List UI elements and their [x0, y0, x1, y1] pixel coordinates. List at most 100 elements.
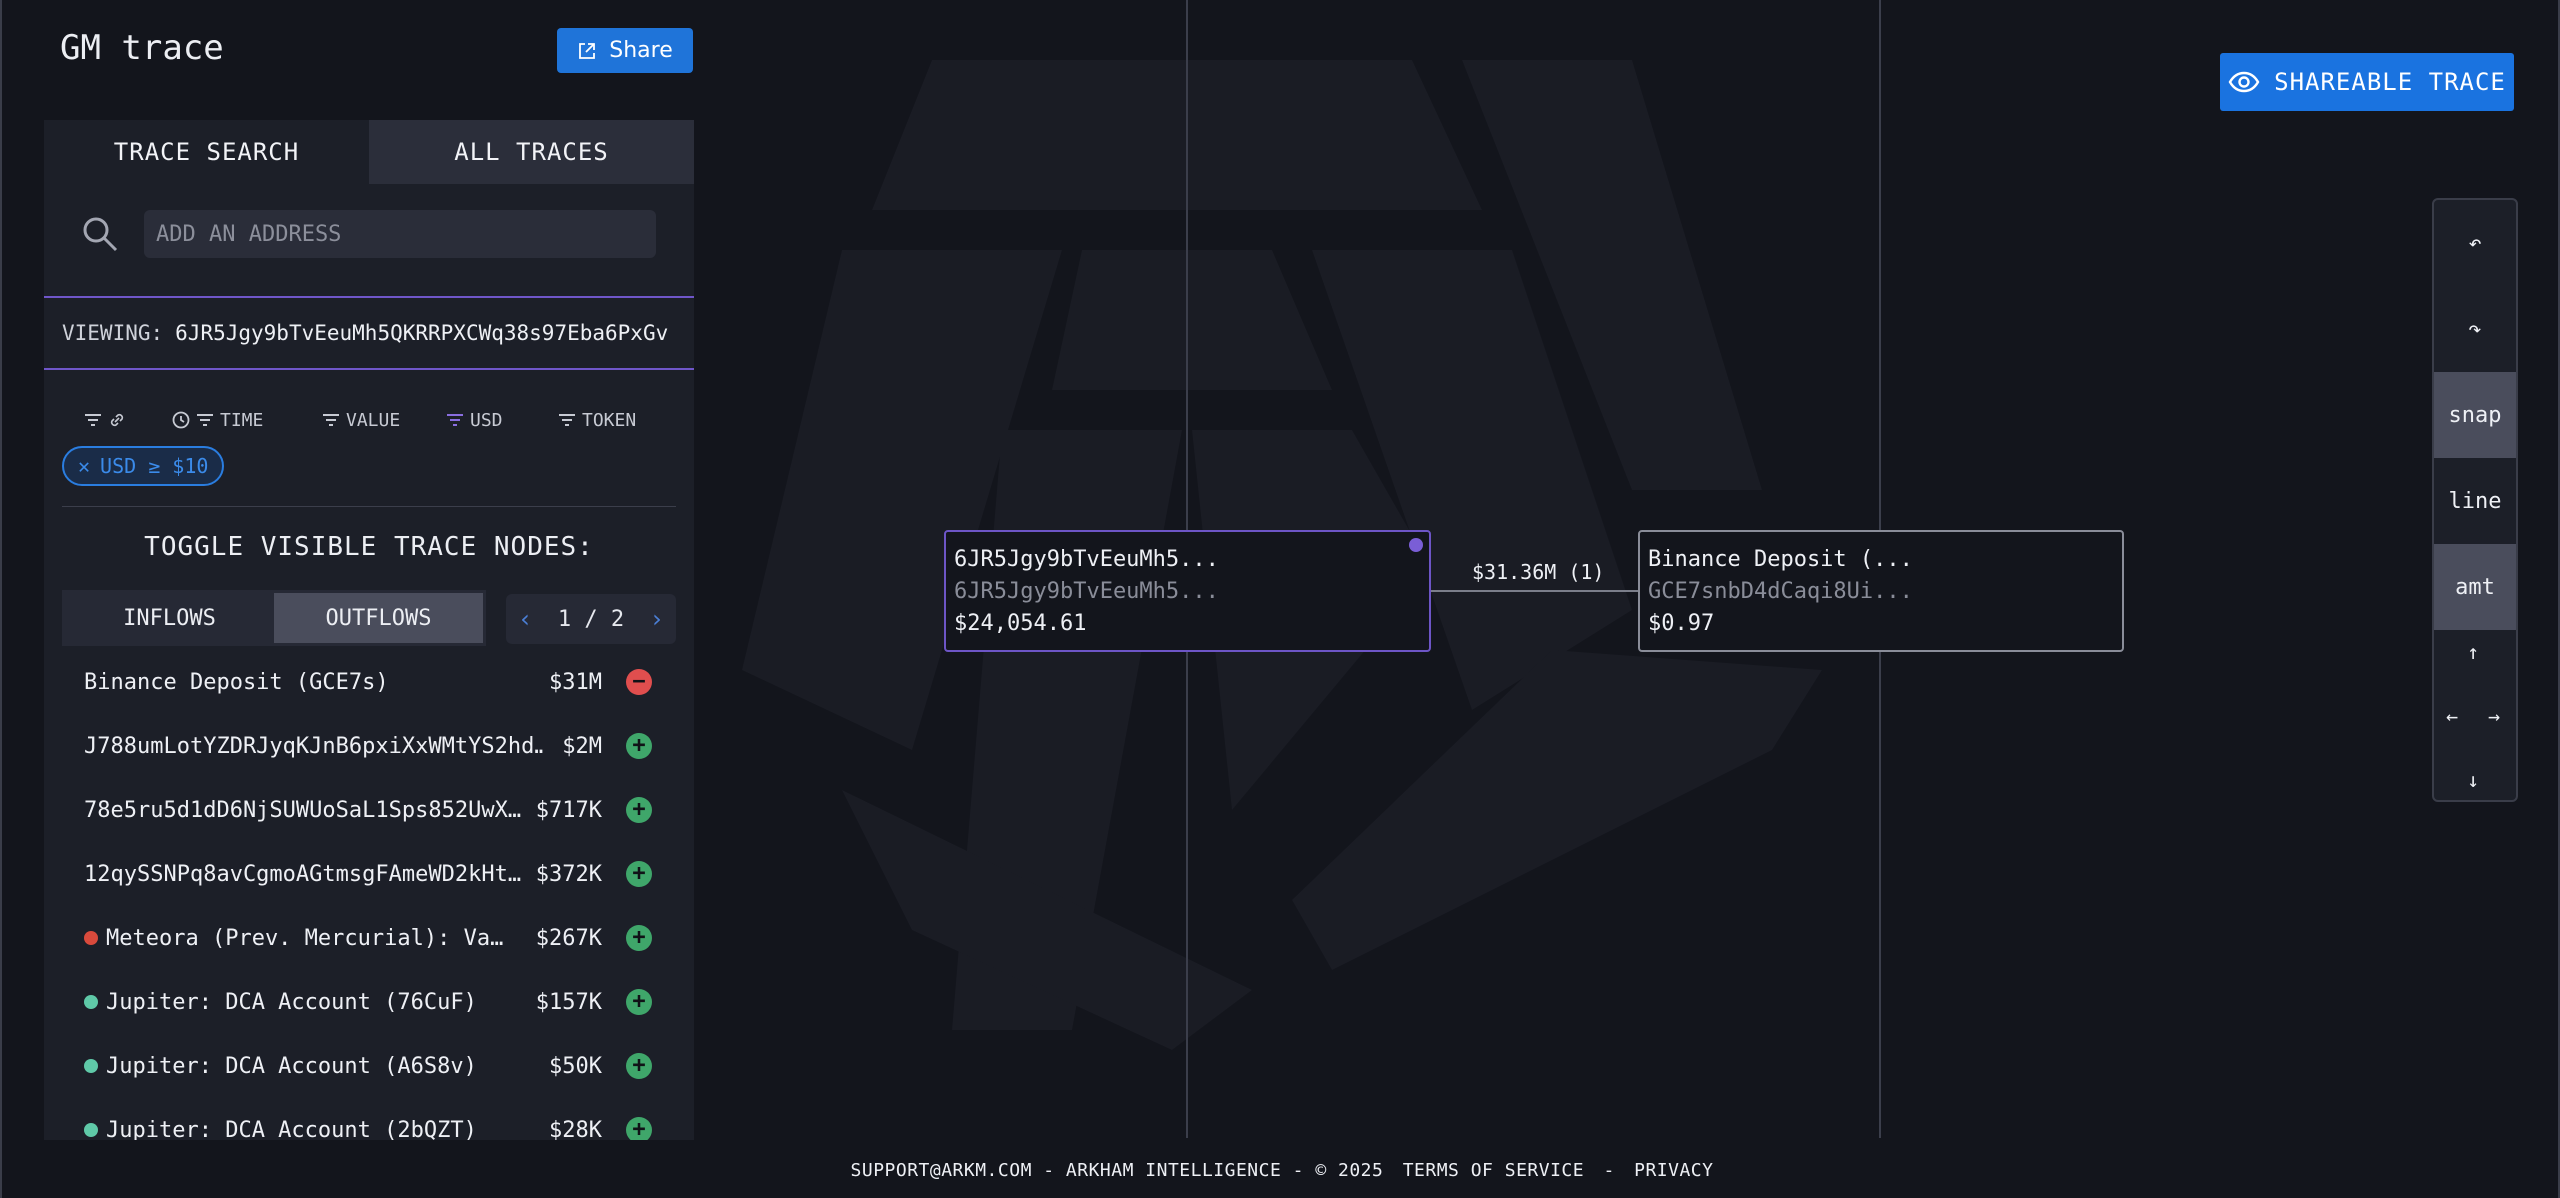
- amt-toggle[interactable]: amt: [2434, 544, 2516, 630]
- filter-icon: [323, 414, 339, 426]
- entity-logo-icon: [84, 1123, 98, 1137]
- filter-usd-label: USD: [470, 409, 503, 431]
- filter-usd[interactable]: USD: [446, 410, 503, 431]
- trace-node-target[interactable]: Binance Deposit (... GCE7snbD4dCaqi8Ui..…: [1638, 530, 2124, 652]
- shareable-trace-button[interactable]: SHAREABLE TRACE: [2220, 53, 2514, 111]
- node-value: $24,054.61: [954, 611, 1087, 636]
- filter-icon: [197, 414, 213, 426]
- divider: [62, 506, 676, 507]
- page-title: GM trace: [60, 28, 224, 68]
- share-button[interactable]: Share: [557, 28, 693, 73]
- add-node-icon[interactable]: +: [626, 733, 652, 759]
- node-title: Binance Deposit (...: [1648, 547, 1913, 572]
- link-icon: [110, 413, 124, 427]
- tab-all-traces[interactable]: ALL TRACES: [369, 120, 694, 184]
- undo-button[interactable]: ↶: [2434, 200, 2516, 286]
- footer-separator: -: [1603, 1160, 1615, 1181]
- filter-bar: TIME VALUE USD TOKEN: [44, 402, 694, 438]
- pan-right-icon[interactable]: →: [2488, 704, 2500, 728]
- viewing-label: VIEWING:: [62, 321, 164, 345]
- footer-terms-link[interactable]: TERMS OF SERVICE: [1403, 1160, 1584, 1181]
- filter-token[interactable]: TOKEN: [558, 410, 636, 431]
- list-item-name: Jupiter: DCA Account (2bQZT): [84, 1118, 477, 1140]
- node-value: $0.97: [1648, 611, 1715, 636]
- chevron-left-icon[interactable]: ‹: [518, 605, 532, 633]
- share-button-label: Share: [609, 38, 673, 63]
- graph-controls: ↶ ↷ snap line amt ↑ ← → ↓: [2432, 198, 2518, 802]
- list-item-amount: $157K: [535, 989, 602, 1015]
- address-search-input[interactable]: [144, 210, 656, 258]
- filter-icon: [559, 414, 575, 426]
- filter-icon: [85, 414, 101, 426]
- list-item[interactable]: Meteora (Prev. Mercurial): Va… $267K +: [44, 906, 694, 970]
- remove-node-icon[interactable]: −: [626, 669, 652, 695]
- filter-token-label: TOKEN: [582, 409, 637, 431]
- node-title: 6JR5Jgy9bTvEeuMh5...: [954, 547, 1219, 572]
- footer-support[interactable]: SUPPORT@ARKM.COM - ARKHAM INTELLIGENCE -…: [851, 1160, 1384, 1181]
- outflows-button[interactable]: OUTFLOWS: [274, 593, 483, 643]
- snap-toggle[interactable]: snap: [2434, 372, 2516, 458]
- pager-text: 1 / 2: [557, 606, 625, 632]
- pan-left-icon[interactable]: ←: [2446, 704, 2458, 728]
- list-item-name: Jupiter: DCA Account (76CuF): [84, 990, 477, 1015]
- list-item-name: 78e5ru5d1dD6NjSUWUoSaL1Sps852UwX…: [84, 797, 522, 823]
- inflows-button[interactable]: INFLOWS: [65, 593, 274, 643]
- entity-logo-icon: [84, 931, 98, 945]
- add-node-icon[interactable]: +: [626, 925, 652, 951]
- pager: ‹ 1 / 2 ›: [506, 594, 676, 644]
- list-item-name: 12qySSNPq8avCgmoAGtmsgFAmeWD2kHt…: [84, 861, 522, 887]
- close-icon[interactable]: ✕: [78, 454, 90, 478]
- footer-privacy-link[interactable]: PRIVACY: [1634, 1160, 1713, 1181]
- list-item[interactable]: Jupiter: DCA Account (2bQZT) $28K +: [44, 1098, 694, 1140]
- node-address: GCE7snbD4dCaqi8Ui...: [1648, 579, 1913, 604]
- list-item[interactable]: J788umLotYZDRJyqKJnB6pxiXxWMtYS2hd… $2M …: [44, 714, 694, 778]
- list-item[interactable]: Jupiter: DCA Account (A6S8v) $50K +: [44, 1034, 694, 1098]
- filter-time-label: TIME: [220, 409, 264, 431]
- entity-logo-icon: [84, 1059, 98, 1073]
- list-item[interactable]: Jupiter: DCA Account (76CuF) $157K +: [44, 970, 694, 1034]
- pan-down-icon[interactable]: ↓: [2467, 768, 2479, 792]
- list-item-amount: $2M: [562, 733, 602, 759]
- list-item-name: Meteora (Prev. Mercurial): Va…: [84, 926, 503, 951]
- trace-canvas[interactable]: GM trace Share TRACE SEARCH ALL TRACES V…: [2, 0, 2560, 1198]
- trace-node-source[interactable]: 6JR5Jgy9bTvEeuMh5... 6JR5Jgy9bTvEeuMh5..…: [944, 530, 1431, 652]
- list-item-amount: $267K: [535, 925, 602, 951]
- external-link-icon: [579, 42, 596, 59]
- list-item-amount: $717K: [535, 797, 602, 823]
- filter-time[interactable]: TIME: [172, 410, 263, 431]
- add-node-icon[interactable]: +: [626, 861, 652, 887]
- node-address: 6JR5Jgy9bTvEeuMh5...: [954, 579, 1219, 604]
- shareable-trace-label: SHAREABLE TRACE: [2274, 68, 2506, 96]
- redo-icon: ↷: [2468, 316, 2482, 342]
- footer: SUPPORT@ARKM.COM - ARKHAM INTELLIGENCE -…: [2, 1160, 2560, 1181]
- search-icon: [83, 217, 118, 252]
- filter-value-label: VALUE: [346, 409, 401, 431]
- active-filter-chip[interactable]: ✕ USD ≥ $10: [62, 446, 225, 486]
- viewing-address[interactable]: 6JR5Jgy9bTvEeuMh5QKRRPXCWq38s97Eba6PxGv: [175, 321, 668, 345]
- viewing-address-bar: VIEWING: 6JR5Jgy9bTvEeuMh5QKRRPXCWq38s97…: [44, 296, 694, 370]
- clock-icon: [172, 411, 190, 429]
- trace-edge[interactable]: [1431, 590, 1638, 592]
- list-item-name: Jupiter: DCA Account (A6S8v): [84, 1054, 477, 1079]
- list-item[interactable]: 78e5ru5d1dD6NjSUWUoSaL1Sps852UwX… $717K …: [44, 778, 694, 842]
- list-item-amount: $50K: [549, 1053, 602, 1079]
- list-item-amount: $372K: [535, 861, 602, 887]
- filter-link[interactable]: [84, 411, 126, 429]
- flow-toggle: INFLOWS OUTFLOWS: [62, 590, 486, 646]
- tab-trace-search[interactable]: TRACE SEARCH: [44, 120, 369, 184]
- add-node-icon[interactable]: +: [626, 1053, 652, 1079]
- chevron-right-icon[interactable]: ›: [650, 605, 664, 633]
- pan-up-icon[interactable]: ↑: [2467, 640, 2479, 664]
- add-node-icon[interactable]: +: [626, 989, 652, 1015]
- line-toggle[interactable]: line: [2434, 458, 2516, 544]
- list-item-name: Binance Deposit (GCE7s): [84, 669, 389, 695]
- edge-label: $31.36M (1): [1472, 560, 1605, 584]
- filter-value[interactable]: VALUE: [322, 410, 400, 431]
- list-item[interactable]: 12qySSNPq8avCgmoAGtmsgFAmeWD2kHt… $372K …: [44, 842, 694, 906]
- list-item[interactable]: Binance Deposit (GCE7s) $31M −: [44, 650, 694, 714]
- redo-button[interactable]: ↷: [2434, 286, 2516, 372]
- add-node-icon[interactable]: +: [626, 1117, 652, 1140]
- chip-label: USD ≥ $10: [100, 454, 209, 478]
- add-node-icon[interactable]: +: [626, 797, 652, 823]
- list-item-amount: $31M: [549, 669, 602, 695]
